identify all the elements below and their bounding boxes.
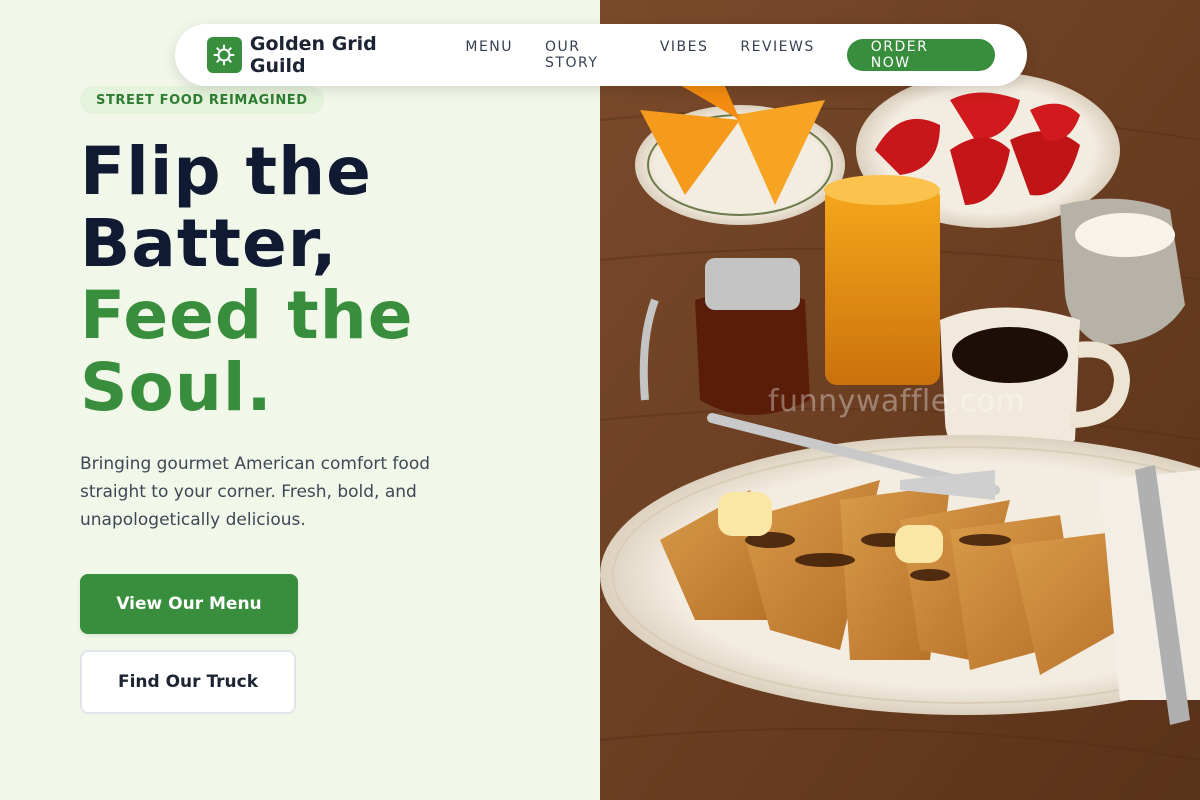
image-watermark: funnywaffle.com [768,384,1026,419]
nav-link-our-story[interactable]: OUR STORY [545,39,628,71]
brand-name[interactable]: Golden Grid Guild [250,33,433,77]
hero-badge: STREET FOOD REIMAGINED [80,86,324,114]
hero-food-image: funnywaffle.com [600,0,1200,800]
top-navbar: Golden Grid Guild MENU OUR STORY VIBES R… [175,24,1027,86]
sun-gear-icon[interactable] [207,37,242,73]
nav-link-reviews[interactable]: REVIEWS [740,39,814,71]
hero-left-panel: STREET FOOD REIMAGINED Flip the Batter, … [0,0,600,800]
headline-line-3: Feed the [80,277,414,354]
hero-headline: Flip the Batter, Feed the Soul. [80,136,413,424]
headline-line-4: Soul. [80,349,273,426]
order-now-button[interactable]: ORDER NOW [846,39,995,71]
nav-link-menu[interactable]: MENU [465,39,513,71]
view-menu-button[interactable]: View Our Menu [80,574,298,634]
nav-links: MENU OUR STORY VIBES REVIEWS [465,39,846,71]
headline-line-2: Batter, [80,205,338,282]
headline-line-1: Flip the [80,133,372,210]
nav-link-vibes[interactable]: VIBES [660,39,709,71]
hero-description: Bringing gourmet American comfort food s… [80,454,431,530]
find-truck-button[interactable]: Find Our Truck [80,650,296,714]
